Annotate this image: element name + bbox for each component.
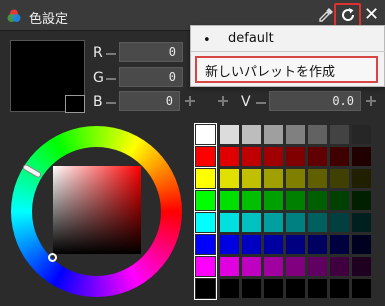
palette-base-swatch[interactable] bbox=[194, 255, 217, 278]
palette-swatch[interactable] bbox=[286, 125, 305, 144]
palette-swatch[interactable] bbox=[264, 191, 283, 210]
palette-base-swatch[interactable] bbox=[194, 277, 217, 300]
palette-swatch[interactable] bbox=[220, 257, 239, 276]
palette-swatch[interactable] bbox=[286, 235, 305, 254]
palette-swatch[interactable] bbox=[286, 257, 305, 276]
window-title: 色設定 bbox=[29, 12, 69, 27]
palette-swatch[interactable] bbox=[264, 257, 283, 276]
g-value-field[interactable]: 0 bbox=[119, 67, 183, 87]
palette-swatch[interactable] bbox=[330, 235, 349, 254]
palette-swatch[interactable] bbox=[352, 279, 371, 298]
palette-base-swatch[interactable] bbox=[194, 211, 217, 234]
palette-swatch[interactable] bbox=[330, 191, 349, 210]
palette-base-swatch[interactable] bbox=[194, 145, 217, 168]
palette-swatch[interactable] bbox=[286, 169, 305, 188]
previous-color-preview[interactable] bbox=[65, 95, 85, 113]
palette-swatch[interactable] bbox=[220, 213, 239, 232]
palette-swatch[interactable] bbox=[352, 235, 371, 254]
palette-swatch[interactable] bbox=[242, 235, 261, 254]
palette-swatch[interactable] bbox=[242, 147, 261, 166]
palette-swatch[interactable] bbox=[220, 169, 239, 188]
palette-swatch[interactable] bbox=[242, 125, 261, 144]
palette-swatch[interactable] bbox=[352, 257, 371, 276]
palette-swatch[interactable] bbox=[286, 191, 305, 210]
palette-swatch[interactable] bbox=[308, 169, 327, 188]
palette-swatch[interactable] bbox=[330, 279, 349, 298]
v-increment-button[interactable] bbox=[366, 96, 376, 106]
g-decrement-button[interactable] bbox=[106, 78, 116, 80]
palette-swatch[interactable] bbox=[242, 169, 261, 188]
palette-swatch[interactable] bbox=[220, 125, 239, 144]
palette-swatch[interactable] bbox=[352, 191, 371, 210]
palette-swatch[interactable] bbox=[220, 279, 239, 298]
menu-item-default[interactable]: default bbox=[228, 31, 274, 46]
b-decrement-button[interactable] bbox=[106, 102, 116, 104]
palette-swatch[interactable] bbox=[308, 147, 327, 166]
b-increment-button[interactable] bbox=[185, 96, 195, 106]
v-increment-left-button[interactable] bbox=[218, 96, 228, 106]
menu-separator bbox=[190, 51, 385, 52]
palette-swatch[interactable] bbox=[242, 279, 261, 298]
palette-swatch[interactable] bbox=[220, 235, 239, 254]
palette-swatch[interactable] bbox=[330, 147, 349, 166]
r-decrement-button[interactable] bbox=[106, 53, 116, 55]
eyedropper-icon[interactable] bbox=[318, 7, 334, 23]
v-decrement-button[interactable] bbox=[256, 102, 266, 104]
palette-swatch[interactable] bbox=[308, 213, 327, 232]
palette-swatch[interactable] bbox=[330, 125, 349, 144]
color-palette bbox=[194, 123, 376, 302]
palette-swatch[interactable] bbox=[242, 213, 261, 232]
palette-swatch[interactable] bbox=[330, 257, 349, 276]
palette-swatch[interactable] bbox=[330, 169, 349, 188]
v-label: V bbox=[241, 94, 251, 110]
palette-swatch[interactable] bbox=[308, 191, 327, 210]
r-value-field[interactable]: 0 bbox=[119, 42, 183, 62]
saturation-value-handle[interactable] bbox=[48, 253, 57, 262]
b-value-field[interactable]: 0 bbox=[119, 91, 180, 111]
refresh-icon bbox=[342, 8, 355, 21]
r-label: R bbox=[93, 45, 103, 61]
palette-swatch[interactable] bbox=[220, 147, 239, 166]
color-circles-icon bbox=[7, 9, 21, 22]
palette-swatch[interactable] bbox=[286, 213, 305, 232]
palette-swatch[interactable] bbox=[286, 147, 305, 166]
palette-swatch[interactable] bbox=[308, 125, 327, 144]
palette-swatch[interactable] bbox=[264, 213, 283, 232]
g-label: G bbox=[93, 70, 104, 86]
palette-swatch[interactable] bbox=[264, 235, 283, 254]
palette-swatch[interactable] bbox=[308, 257, 327, 276]
saturation-value-square[interactable] bbox=[53, 166, 141, 254]
b-label: B bbox=[93, 94, 103, 110]
palette-swatch[interactable] bbox=[264, 169, 283, 188]
menu-item-new-palette-label: 新しいパレットを作成 bbox=[205, 65, 336, 80]
palette-base-swatch[interactable] bbox=[194, 189, 217, 212]
palette-swatch[interactable] bbox=[308, 235, 327, 254]
menu-selected-bullet: • bbox=[203, 33, 211, 48]
palette-swatch[interactable] bbox=[264, 147, 283, 166]
palette-swatch[interactable] bbox=[220, 191, 239, 210]
palette-base-swatch[interactable] bbox=[194, 123, 217, 146]
palette-swatch[interactable] bbox=[352, 125, 371, 144]
v-value-field[interactable]: 0.0 bbox=[269, 91, 361, 111]
palette-swatch[interactable] bbox=[308, 279, 327, 298]
palette-swatch[interactable] bbox=[352, 213, 371, 232]
palette-base-swatch[interactable] bbox=[194, 233, 217, 256]
palette-swatch[interactable] bbox=[286, 279, 305, 298]
palette-swatch[interactable] bbox=[352, 169, 371, 188]
palette-base-swatch[interactable] bbox=[194, 167, 217, 190]
palette-swatch[interactable] bbox=[242, 257, 261, 276]
palette-swatch[interactable] bbox=[330, 213, 349, 232]
palette-swatch[interactable] bbox=[264, 125, 283, 144]
palette-swatch[interactable] bbox=[242, 191, 261, 210]
palette-swatch[interactable] bbox=[352, 147, 371, 166]
palette-swatch[interactable] bbox=[264, 279, 283, 298]
close-button[interactable]: ✕ bbox=[364, 4, 379, 25]
